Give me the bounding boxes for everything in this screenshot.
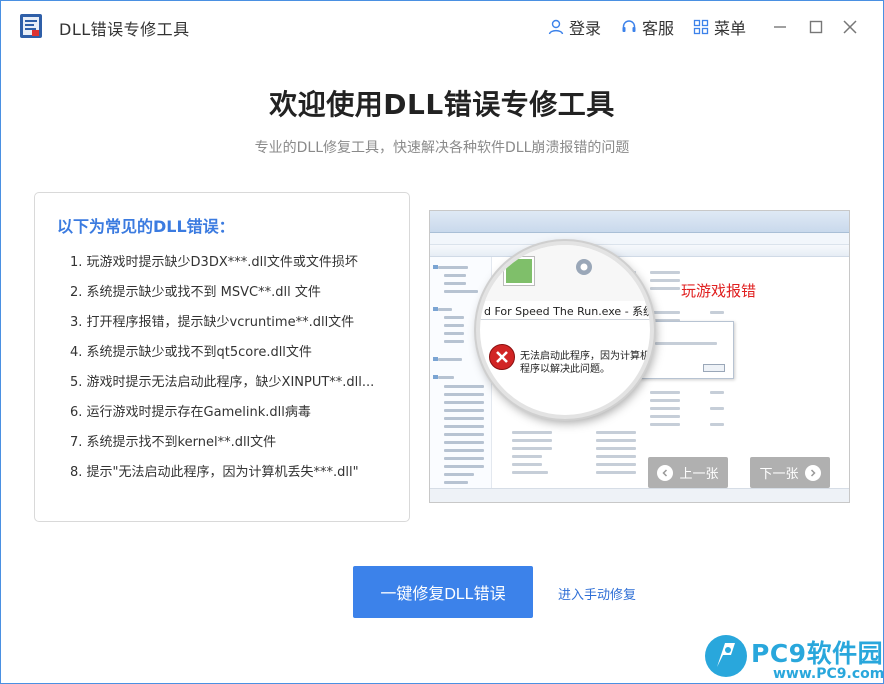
watermark-brand: PC9软件园 — [751, 639, 884, 668]
common-errors-title: 以下为常见的DLL错误： — [57, 217, 235, 236]
login-button[interactable]: 登录 — [548, 16, 601, 38]
app-title: DLL错误专修工具 — [59, 20, 190, 39]
error-dialog-title: d For Speed The Run.exe - 系统错误 — [484, 305, 654, 318]
manual-repair-link[interactable]: 进入手动修复 — [558, 584, 636, 603]
grid-menu-icon — [693, 19, 709, 35]
previous-image-label: 上一张 — [679, 467, 719, 482]
customer-service-button[interactable]: 客服 — [621, 16, 674, 38]
one-click-fix-button[interactable]: 一键修复DLL错误 — [353, 566, 533, 618]
error-item: 1. 玩游戏时提示缺少D3DX***.dll文件或文件损坏 — [70, 255, 358, 270]
settings-file-icon — [576, 259, 592, 275]
title-bar: DLL错误专修工具 登录 客服 菜单 — [1, 1, 883, 51]
next-image-button[interactable]: 下一张 — [750, 457, 830, 488]
explorer-address-bar — [430, 211, 849, 233]
maximize-icon — [809, 20, 823, 34]
common-errors-panel: 以下为常见的DLL错误： 1. 玩游戏时提示缺少D3DX***.dll文件或文件… — [34, 192, 410, 522]
pc9-watermark: PC9软件园 www.PC9.com — [701, 631, 884, 683]
close-icon — [843, 20, 857, 34]
login-label: 登录 — [569, 19, 602, 38]
small-error-dialog — [640, 321, 734, 379]
menu-button[interactable]: 菜单 — [693, 16, 746, 38]
close-button[interactable] — [837, 14, 863, 40]
explorer-menu-bar — [430, 233, 849, 245]
next-image-label: 下一张 — [759, 467, 799, 482]
headset-icon — [622, 20, 636, 32]
error-item: 2. 系统提示缺少或找不到 MSVC**.dll 文件 — [70, 285, 321, 300]
chevron-left-icon — [657, 464, 674, 481]
maximize-button[interactable] — [803, 14, 829, 40]
service-label: 客服 — [642, 19, 675, 38]
error-item: 5. 游戏时提示无法启动此程序，缺少XINPUT**.dll... — [70, 375, 375, 390]
page-subtitle: 专业的DLL修复工具，快速解决各种软件DLL崩溃报错的问题 — [254, 140, 630, 156]
error-message-line2: 程序以解决此问题。 — [520, 364, 610, 375]
minimize-button[interactable] — [767, 14, 793, 40]
magnifier-zoom: d For Speed The Run.exe - 系统错误 无法启动此程序，因… — [476, 241, 654, 419]
pc9-logo-icon — [705, 635, 747, 677]
explorer-status-bar — [430, 488, 849, 502]
watermark-url: www.PC9.com — [773, 666, 884, 682]
error-item: 4. 系统提示缺少或找不到qt5core.dll文件 — [70, 345, 312, 360]
previous-image-button[interactable]: 上一张 — [648, 457, 728, 488]
page-title: 欢迎使用DLL错误专修工具 — [269, 88, 615, 121]
minimize-icon — [774, 26, 786, 28]
chevron-right-icon — [804, 464, 821, 481]
common-errors-list: 1. 玩游戏时提示缺少D3DX***.dll文件或文件损坏 2. 系统提示缺少或… — [70, 255, 374, 495]
screenshot-caption: 玩游戏报错 — [681, 282, 757, 300]
image-file-icon — [504, 257, 534, 285]
error-item: 7. 系统提示找不到kernel**.dll文件 — [70, 435, 277, 450]
error-icon — [489, 344, 515, 370]
menu-label: 菜单 — [714, 19, 747, 38]
app-logo-icon — [20, 14, 42, 38]
error-example-screenshot: d For Speed The Run.exe - 系统错误 无法启动此程序，因… — [429, 210, 850, 503]
error-item: 3. 打开程序报错，提示缺少vcruntime**.dll文件 — [70, 315, 355, 330]
error-item: 6. 运行游戏时提示存在Gamelink.dll病毒 — [70, 405, 311, 420]
user-icon — [548, 19, 564, 35]
error-item: 8. 提示"无法启动此程序，因为计算机丢失***.dll" — [70, 465, 359, 480]
app-window: DLL错误专修工具 登录 客服 菜单 欢迎使用DLL错误专修工具 专业的DLL修… — [0, 0, 884, 684]
